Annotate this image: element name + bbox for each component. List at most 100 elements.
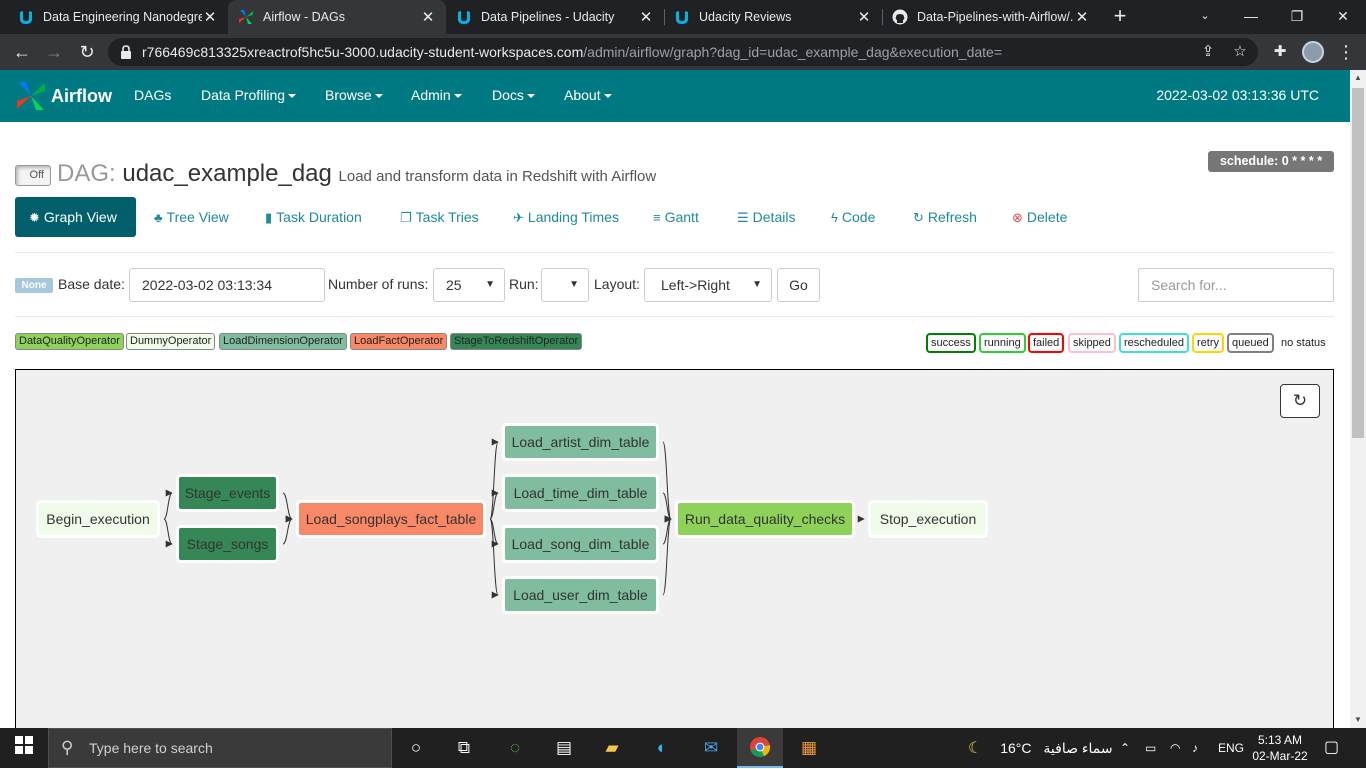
task-node-begin-execution[interactable]: Begin_execution: [36, 500, 160, 538]
scrollbar-thumb[interactable]: [1352, 88, 1364, 438]
close-tab-icon[interactable]: ✕: [638, 8, 654, 26]
legend-data-quality-operator: DataQualityOperator: [15, 333, 124, 350]
nav-data-profiling[interactable]: Data Profiling: [201, 87, 297, 103]
nav-browse[interactable]: Browse: [325, 87, 383, 103]
new-tab-button[interactable]: +: [1108, 4, 1132, 28]
back-button[interactable]: ←: [10, 40, 34, 64]
tab-task-tries[interactable]: ❐ Task Tries: [400, 197, 479, 237]
extensions-puzzle-icon[interactable]: ✚: [1270, 42, 1290, 62]
moon-icon: ☾: [968, 740, 983, 757]
address-bar[interactable]: r766469c813325xreactrof5hc5u-3000.udacit…: [108, 38, 1258, 66]
graph-controls: None Base date: 2022-03-02 03:13:34 Numb…: [15, 267, 1334, 317]
close-tab-icon[interactable]: ✕: [202, 8, 218, 26]
task-search-input[interactable]: Search for...: [1138, 268, 1334, 302]
runs-select[interactable]: 25 ▼: [433, 268, 505, 302]
task-node-stage-songs[interactable]: Stage_songs: [176, 525, 279, 563]
wifi-icon[interactable]: ◠: [1170, 728, 1180, 768]
notifications-icon[interactable]: ▢: [1324, 728, 1339, 768]
dag-title: DAG: udac_example_dag Load and transform…: [57, 160, 656, 188]
terminal-app-icon[interactable]: ▤: [552, 736, 576, 760]
tab-tree-view[interactable]: ♣ Tree View: [154, 197, 229, 237]
share-icon[interactable]: ⇪: [1198, 42, 1218, 62]
tab-title: Data Engineering Nanodegree: [43, 10, 202, 24]
tab-refresh[interactable]: ↻ Refresh: [913, 197, 977, 237]
file-explorer-icon[interactable]: ▰: [600, 736, 624, 760]
browser-tab-data-pipelines[interactable]: Data Pipelines - Udacity ✕: [446, 0, 664, 34]
layout-select[interactable]: Left->Right ▼: [644, 268, 772, 302]
task-node-load-time-dim-table[interactable]: Load_time_dim_table: [502, 474, 659, 512]
minimize-button[interactable]: —: [1228, 0, 1274, 34]
graph-refresh-button[interactable]: ↻: [1280, 384, 1320, 418]
weather-widget[interactable]: ☾ 16°C سماء صافية: [968, 728, 1113, 768]
windows-start-icon[interactable]: [12, 736, 36, 760]
caret-down-icon: [374, 94, 383, 99]
task-node-load-artist-dim-table[interactable]: Load_artist_dim_table: [502, 423, 659, 461]
store-icon[interactable]: ▦: [797, 736, 821, 760]
legend-status-failed: failed: [1028, 333, 1065, 353]
base-date-input[interactable]: 2022-03-02 03:13:34: [129, 268, 325, 302]
nav-docs[interactable]: Docs: [492, 87, 535, 103]
dag-graph-canvas[interactable]: ↻ Begin_execution Stage_events Stage_songs…: [15, 369, 1334, 739]
browser-tab-data-engineering[interactable]: Data Engineering Nanodegree ✕: [8, 0, 228, 34]
close-tab-icon[interactable]: ✕: [420, 8, 436, 26]
tab-delete[interactable]: ⊗ Delete: [1012, 197, 1067, 237]
tab-gantt[interactable]: ≡ Gantt: [653, 197, 699, 237]
task-node-load-songplays-fact-table[interactable]: Load_songplays_fact_table: [296, 500, 486, 538]
volume-icon[interactable]: ♪: [1192, 728, 1198, 768]
cortana-icon[interactable]: ○: [404, 736, 428, 760]
task-node-run-data-quality-checks[interactable]: Run_data_quality_checks: [675, 500, 855, 538]
forward-button[interactable]: →: [42, 40, 66, 64]
task-node-stage-events[interactable]: Stage_events: [176, 474, 279, 512]
tab-title: Airflow - DAGs: [263, 10, 345, 24]
url-path: /admin/airflow/graph?dag_id=udac_example…: [583, 44, 1003, 60]
taskbar-search-input[interactable]: ⚲ Type here to search: [48, 728, 392, 768]
tab-search-button[interactable]: ⌄: [1182, 0, 1228, 34]
mail-icon[interactable]: ✉: [699, 736, 723, 760]
url-host: r766469c813325xreactrof5hc5u-3000.udacit…: [142, 44, 584, 60]
language-indicator[interactable]: ENG: [1218, 728, 1244, 768]
taskbar-clock[interactable]: 5:13 AM 02-Mar-22: [1248, 732, 1312, 764]
browser-tab-github[interactable]: Data-Pipelines-with-Airflow/... ✕: [882, 0, 1100, 34]
reload-button[interactable]: ↻: [75, 40, 99, 64]
run-select[interactable]: ▼: [541, 268, 589, 302]
tab-landing-times[interactable]: ✈ Landing Times: [513, 197, 619, 237]
scroll-up-icon[interactable]: ▲: [1350, 70, 1366, 86]
dag-id: udac_example_dag: [122, 160, 332, 187]
task-node-stop-execution[interactable]: Stop_execution: [868, 500, 988, 538]
edge-browser-icon[interactable]: ◐: [650, 736, 674, 760]
close-tab-icon[interactable]: ✕: [1074, 8, 1090, 26]
task-node-load-user-dim-table[interactable]: Load_user_dim_table: [502, 576, 659, 614]
dag-pause-toggle[interactable]: Off: [15, 165, 51, 186]
run-label: Run:: [509, 276, 539, 292]
nav-admin[interactable]: Admin: [411, 87, 462, 103]
legend-status-rescheduled: rescheduled: [1119, 333, 1189, 353]
browser-menu-icon[interactable]: ⋮: [1336, 40, 1356, 64]
battery-icon[interactable]: ▭: [1145, 728, 1156, 768]
udacity-icon: [674, 9, 690, 25]
page-scrollbar[interactable]: ▲ ▼: [1350, 70, 1366, 728]
tab-graph-view[interactable]: ✹ Graph View: [15, 197, 136, 237]
chrome-icon[interactable]: [748, 736, 772, 760]
go-button[interactable]: Go: [777, 268, 820, 302]
nav-about[interactable]: About: [564, 87, 612, 103]
profile-avatar[interactable]: [1302, 41, 1324, 63]
legend-dummy-operator: DummyOperator: [126, 333, 216, 350]
github-icon: [892, 9, 908, 25]
tab-task-duration[interactable]: ▮ Task Duration: [265, 197, 362, 237]
scroll-down-icon[interactable]: ▼: [1350, 712, 1366, 728]
bookmark-star-icon[interactable]: ☆: [1230, 42, 1250, 62]
task-node-load-song-dim-table[interactable]: Load_song_dim_table: [502, 525, 659, 563]
airflow-brand[interactable]: Airflow: [15, 80, 112, 112]
chevron-up-icon[interactable]: ⌃: [1120, 728, 1130, 768]
browser-tab-udacity-reviews[interactable]: Udacity Reviews ✕: [664, 0, 882, 34]
close-tab-icon[interactable]: ✕: [856, 8, 872, 26]
app-green-circle-icon[interactable]: ◌: [503, 736, 527, 760]
nav-dags[interactable]: DAGs: [134, 87, 171, 103]
tab-title: Data-Pipelines-with-Airflow/...: [917, 10, 1074, 24]
tab-code[interactable]: ϟ Code: [831, 197, 875, 237]
tab-details[interactable]: ☰ Details: [737, 197, 795, 237]
browser-tab-airflow-dags[interactable]: Airflow - DAGs ✕: [228, 0, 446, 34]
close-window-button[interactable]: ✕: [1320, 0, 1366, 34]
task-view-icon[interactable]: ⧉: [452, 736, 476, 760]
restore-button[interactable]: ❐: [1274, 0, 1320, 34]
